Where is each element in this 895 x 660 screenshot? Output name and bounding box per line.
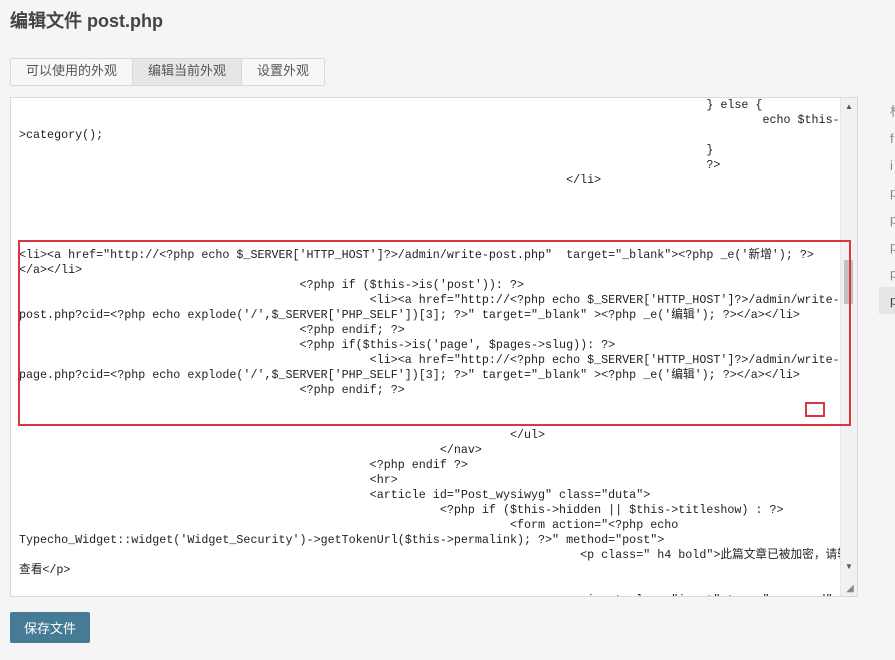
code-line: <li><a href="http://<?php echo $_SERVER[…: [19, 353, 840, 367]
code-line: <form action="<?php echo: [19, 518, 679, 532]
code-line: <input class="input" type="password": [19, 593, 839, 596]
scroll-down-arrow-icon[interactable]: ▼: [841, 560, 857, 574]
scroll-thumb[interactable]: [844, 260, 853, 304]
code-line: ?>: [19, 158, 721, 172]
editor-scrollbar[interactable]: ▲ ▼: [840, 98, 857, 596]
code-line: 查看</p>: [19, 563, 71, 577]
tab-available-themes[interactable]: 可以使用的外观: [11, 59, 134, 85]
code-line: <?php endif; ?>: [19, 323, 405, 337]
code-line: } else {: [19, 98, 763, 112]
code-line: <?php if ($this->is('post')): ?>: [19, 278, 524, 292]
code-line: </nav>: [19, 443, 482, 457]
resize-grip-icon[interactable]: ◢: [844, 583, 856, 595]
save-file-button[interactable]: 保存文件: [10, 612, 90, 643]
code-line: <p class=" h4 bold">此篇文章已被加密，请输入密码后: [19, 548, 858, 562]
code-line: <?php if ($this->hidden || $this->titles…: [19, 503, 784, 517]
code-line: <hr>: [19, 473, 398, 487]
code-textarea[interactable]: } else { echo $this- >category();} ?> <…: [19, 98, 858, 596]
scroll-up-arrow-icon[interactable]: ▲: [841, 100, 857, 114]
code-editor[interactable]: } else { echo $this- >category();} ?> <…: [10, 97, 858, 597]
code-line: </ul>: [19, 428, 546, 442]
code-line: <li><a href="http://<?php echo $_SERVER[…: [19, 248, 814, 262]
code-line: Typecho_Widget::widget('Widget_Security'…: [19, 533, 665, 547]
theme-tabs: 可以使用的外观 编辑当前外观 设置外观: [10, 58, 326, 86]
file-list-item[interactable]: f: [879, 125, 895, 152]
code-line: echo $this-: [19, 113, 840, 127]
code-line: </li>: [19, 173, 602, 187]
file-list-item[interactable]: i: [879, 152, 895, 179]
code-line: }: [19, 143, 714, 157]
code-line: </a></li>: [19, 263, 83, 277]
theme-file-list: 标 f i p p p p p: [879, 98, 895, 314]
code-line: <?php endif ?>: [19, 458, 468, 472]
code-line: post.php?cid=<?php echo explode('/',$_SE…: [19, 308, 800, 322]
page-title: 编辑文件 post.php: [10, 11, 163, 31]
tab-edit-current-theme[interactable]: 编辑当前外观: [133, 59, 243, 85]
tab-theme-settings[interactable]: 设置外观: [242, 59, 324, 85]
code-line: <?php endif; ?>: [19, 383, 405, 397]
file-list-item[interactable]: p: [879, 206, 895, 233]
small-annotation-box: [805, 402, 825, 417]
file-list-item[interactable]: p: [879, 179, 895, 206]
file-list-item[interactable]: p: [879, 233, 895, 260]
code-line: >category();: [19, 128, 104, 142]
file-list-item[interactable]: 标: [879, 98, 895, 125]
code-line: <li><a href="http://<?php echo $_SERVER[…: [19, 293, 840, 307]
code-line: <?php if($this->is('page', $pages->slug)…: [19, 338, 616, 352]
file-list-item-active[interactable]: p: [879, 287, 895, 314]
code-line: page.php?cid=<?php echo explode('/',$_SE…: [19, 368, 800, 382]
file-list-item[interactable]: p: [879, 260, 895, 287]
code-line: <article id="Post_wysiwyg" class="duta">: [19, 488, 651, 502]
